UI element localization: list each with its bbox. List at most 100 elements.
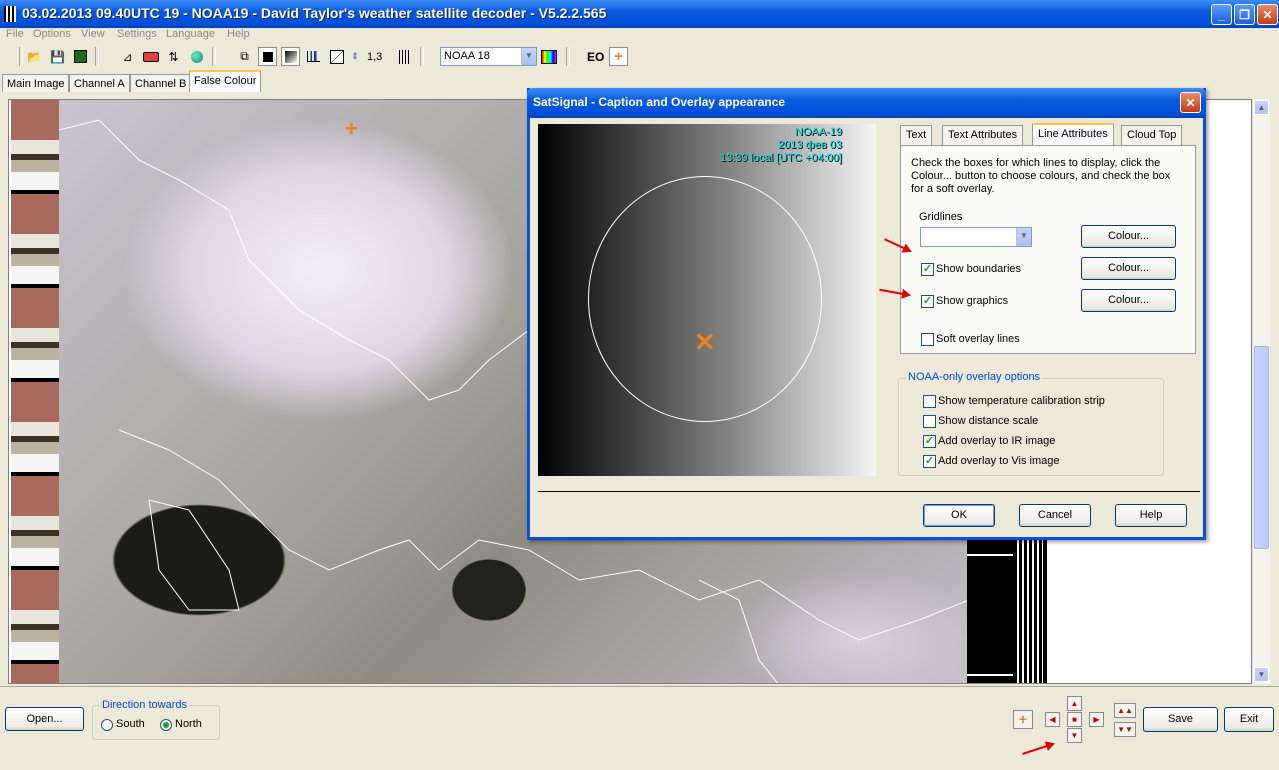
distance-scale-checkbox[interactable]: [923, 415, 936, 428]
preview-circle: [588, 176, 822, 422]
histogram-icon[interactable]: [304, 47, 323, 66]
gridlines-colour-button[interactable]: Colour...: [1081, 225, 1176, 248]
window-title: 03.02.2013 09.40UTC 19 - NOAA19 - David …: [22, 5, 607, 21]
tape-icon[interactable]: [141, 47, 160, 66]
soft-overlay-label[interactable]: Soft overlay lines: [936, 333, 1020, 345]
grid-dots-icon[interactable]: [395, 47, 414, 66]
satellite-select[interactable]: NOAA 18 ▼: [440, 47, 537, 66]
tab-channel-a[interactable]: Channel A: [69, 74, 130, 92]
tab-line-attributes[interactable]: Line Attributes: [1032, 123, 1114, 145]
page-down-icon[interactable]: ▼▼: [1114, 722, 1136, 737]
direction-label: Direction towards: [100, 699, 189, 711]
pan-left-icon[interactable]: ◀: [1045, 712, 1060, 727]
tab-cloud-top[interactable]: Cloud Top: [1121, 125, 1183, 145]
overlay-ir-checkbox[interactable]: ✓: [923, 435, 936, 448]
dialog-title-bar[interactable]: SatSignal - Caption and Overlay appearan…: [527, 88, 1206, 118]
tab-text[interactable]: Text: [900, 125, 933, 145]
graphics-colour-button[interactable]: Colour...: [1081, 289, 1176, 312]
minimize-button[interactable]: _: [1211, 4, 1232, 25]
tab-false-colour[interactable]: False Colour: [189, 70, 262, 92]
cancel-button[interactable]: Cancel: [1019, 504, 1091, 527]
exit-button[interactable]: Exit: [1224, 707, 1274, 732]
location-marker-icon: +: [345, 116, 358, 141]
south-label[interactable]: South: [116, 718, 145, 730]
north-label[interactable]: North: [175, 718, 202, 730]
page-up-icon[interactable]: ▲▲: [1114, 703, 1136, 718]
save-disk-icon[interactable]: 💾: [48, 47, 67, 66]
crosshair-icon[interactable]: +: [609, 47, 628, 66]
boundaries-colour-button[interactable]: Colour...: [1081, 257, 1176, 280]
show-boundaries-checkbox[interactable]: ✓: [921, 263, 934, 276]
eo-label[interactable]: EO: [587, 50, 604, 64]
vertical-scrollbar[interactable]: ▲ ▼: [1252, 99, 1270, 684]
toolbar-separator: [212, 47, 216, 66]
scroll-thumb[interactable]: [1254, 346, 1269, 549]
dialog-divider: [538, 491, 1200, 492]
help-button[interactable]: Help: [1115, 504, 1187, 527]
chevron-down-icon[interactable]: ▼: [521, 48, 536, 65]
preview-caption-time: 13:39 local [UTC +04:00]: [720, 152, 842, 164]
toolbar-separator: [566, 47, 570, 66]
scroll-down-icon[interactable]: ▼: [1254, 667, 1269, 682]
pan-up-icon[interactable]: ▲: [1067, 696, 1082, 711]
menu-settings[interactable]: Settings: [117, 28, 157, 40]
open-button[interactable]: Open...: [5, 707, 84, 731]
crop-icon[interactable]: ⊿: [118, 47, 137, 66]
bottom-divider: [0, 686, 1279, 687]
center-icon[interactable]: ■: [1067, 712, 1082, 727]
chevron-down-icon[interactable]: ▼: [1016, 228, 1031, 246]
window-title-bar[interactable]: 03.02.2013 09.40UTC 19 - NOAA19 - David …: [0, 0, 1279, 28]
open-folder-icon[interactable]: 📂: [25, 47, 44, 66]
flip-arrows-icon[interactable]: ⇅: [164, 47, 183, 66]
gradient-icon[interactable]: [281, 47, 300, 66]
overlay-preview: NOAA-19 2013 фев 03 13:39 local [UTC +04…: [538, 124, 876, 476]
menu-file[interactable]: File: [6, 28, 24, 40]
crosshair-icon[interactable]: +: [1013, 710, 1033, 729]
ok-button[interactable]: OK: [923, 504, 995, 527]
toolbar-separator: [19, 47, 23, 66]
tab-text-attributes[interactable]: Text Attributes: [942, 125, 1024, 145]
show-graphics-checkbox[interactable]: ✓: [921, 295, 934, 308]
copy-icon[interactable]: ⧉: [235, 47, 254, 66]
palette-icon[interactable]: [539, 47, 558, 66]
tab-main-image[interactable]: Main Image: [2, 74, 70, 92]
toolbar-separator: [95, 47, 99, 66]
zoom-level: 1,3: [367, 51, 383, 63]
overlay-ir-label[interactable]: Add overlay to IR image: [938, 435, 1055, 447]
distance-scale-label[interactable]: Show distance scale: [938, 415, 1038, 427]
show-boundaries-label[interactable]: Show boundaries: [936, 263, 1021, 275]
calibration-strip: [11, 100, 59, 683]
line-attributes-page: Check the boxes for which lines to displ…: [900, 145, 1196, 354]
gridlines-label: Gridlines: [919, 211, 963, 223]
soft-overlay-checkbox[interactable]: [921, 333, 934, 346]
maximize-button[interactable]: ❐: [1234, 4, 1255, 25]
noaa-options-group: NOAA-only overlay options Show temperatu…: [898, 371, 1164, 476]
menu-view[interactable]: View: [81, 28, 105, 40]
instructions-text: Check the boxes for which lines to displ…: [911, 157, 1171, 195]
pan-right-icon[interactable]: ▶: [1089, 712, 1104, 727]
save-all-icon[interactable]: [71, 47, 90, 66]
temperature-strip-checkbox[interactable]: [923, 395, 936, 408]
menu-language[interactable]: Language: [166, 28, 215, 40]
show-graphics-label[interactable]: Show graphics: [936, 295, 1008, 307]
scroll-up-icon[interactable]: ▲: [1254, 100, 1269, 115]
menu-options[interactable]: Options: [33, 28, 71, 40]
contrast-icon[interactable]: [327, 47, 346, 66]
zoom-spinner[interactable]: ⇕: [349, 47, 361, 66]
gridlines-select[interactable]: ▼: [920, 227, 1032, 247]
temperature-strip-label[interactable]: Show temperature calibration strip: [938, 395, 1105, 407]
satellite-select-value: NOAA 18: [444, 50, 490, 62]
globe-icon[interactable]: [187, 47, 206, 66]
save-button[interactable]: Save: [1143, 707, 1218, 732]
tab-channel-b[interactable]: Channel B: [130, 74, 192, 92]
dialog-close-button[interactable]: ✕: [1180, 92, 1201, 113]
menu-help[interactable]: Help: [227, 28, 250, 40]
overlay-vis-label[interactable]: Add overlay to Vis image: [938, 455, 1059, 467]
north-radio[interactable]: [160, 719, 172, 731]
south-radio[interactable]: [101, 719, 113, 731]
overlay-vis-checkbox[interactable]: ✓: [923, 455, 936, 468]
dialog-title: SatSignal - Caption and Overlay appearan…: [533, 95, 786, 109]
pan-down-icon[interactable]: ▼: [1067, 728, 1082, 743]
close-button[interactable]: ✕: [1257, 4, 1278, 25]
black-square-icon[interactable]: [258, 47, 277, 66]
